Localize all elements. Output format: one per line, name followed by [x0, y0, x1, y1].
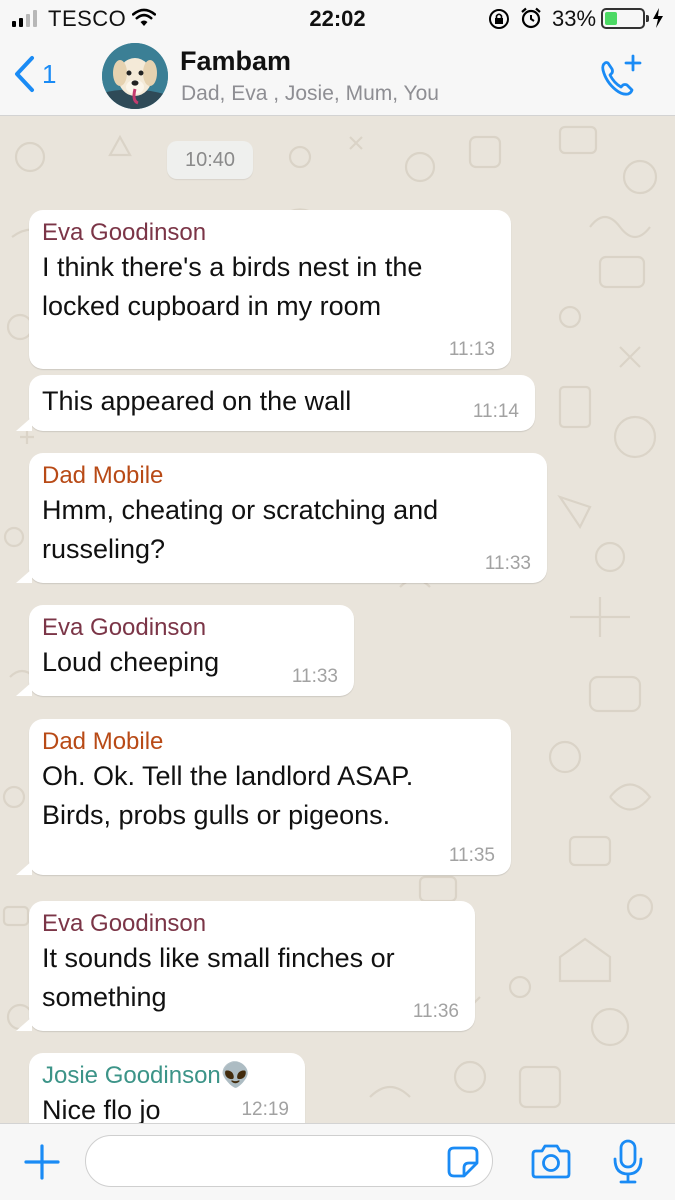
battery-fill [605, 12, 617, 25]
message-sender: Eva Goodinson [42, 614, 207, 641]
message-bubble[interactable]: Eva Goodinson It sounds like small finch… [16, 901, 475, 1031]
date-separator: 10:40 [167, 141, 253, 179]
message-time: 11:33 [484, 553, 531, 574]
message-time: 11:14 [472, 401, 519, 422]
message-text: This appeared on the wall [42, 386, 352, 416]
message-bubble[interactable]: This appeared on the wall 11:14 [16, 375, 535, 431]
battery-percent: 33% [552, 6, 597, 31]
message-sender: Eva Goodinson [42, 910, 207, 937]
message-time: 11:13 [448, 339, 495, 360]
battery-icon [601, 8, 649, 29]
message-bubble[interactable]: Eva Goodinson Loud cheeping 11:33 [16, 605, 354, 696]
alarm-icon [521, 7, 541, 29]
message-text: Birds, probs gulls or pigeons. [42, 800, 391, 830]
microphone-icon[interactable] [612, 1139, 644, 1185]
message-time: 12:19 [241, 1099, 289, 1120]
message-text: Hmm, cheating or scratching and [42, 495, 439, 525]
back-button[interactable]: 1 [12, 54, 56, 94]
message-sender: Josie Goodinson👽 [42, 1062, 251, 1089]
message-bubble[interactable]: Josie Goodinson👽 Nice flo jo 12:19 [29, 1053, 305, 1123]
message-text: I think there's a birds nest in the [42, 252, 423, 282]
camera-icon[interactable] [529, 1144, 573, 1180]
chat-participants[interactable]: Dad, Eva , Josie, Mum, You [181, 82, 439, 106]
plus-icon[interactable] [24, 1144, 60, 1180]
message-time: 11:36 [412, 1001, 459, 1022]
message-list[interactable]: 10:40 Eva Goodinson I think there's a bi… [0, 117, 675, 1123]
dog-avatar[interactable] [102, 43, 168, 109]
chevron-left-icon [15, 56, 34, 92]
status-bar: TESCO 22:02 33% [0, 0, 675, 38]
message-text: something [42, 982, 167, 1012]
message-bubble[interactable]: Dad Mobile Oh. Ok. Tell the landlord ASA… [16, 719, 511, 875]
add-call-icon[interactable] [596, 52, 644, 100]
message-sender: Dad Mobile [42, 728, 164, 755]
message-time: 11:35 [448, 845, 495, 866]
rotation-lock-icon [489, 9, 509, 29]
unread-count: 1 [42, 58, 57, 89]
message-sender: Dad Mobile [42, 462, 164, 489]
message-time: 11:33 [291, 666, 338, 687]
message-bubble[interactable]: Eva Goodinson I think there's a birds ne… [29, 210, 511, 369]
message-text: locked cupboard in my room [42, 291, 382, 321]
chat-title[interactable]: Fambam [180, 46, 291, 77]
compose-bar [0, 1123, 675, 1200]
message-sender: Eva Goodinson [42, 219, 207, 246]
sticker-icon[interactable] [446, 1145, 480, 1179]
message-text: Oh. Ok. Tell the landlord ASAP. [42, 761, 414, 791]
message-bubble[interactable]: Dad Mobile Hmm, cheating or scratching a… [16, 453, 547, 583]
message-input[interactable] [85, 1135, 493, 1187]
message-text: It sounds like small finches or [42, 943, 395, 973]
chat-header: 1 Fambam Dad, Eva , Josie, Mum, You [0, 38, 675, 116]
message-text: russeling? [42, 534, 166, 564]
charging-icon [653, 8, 663, 28]
